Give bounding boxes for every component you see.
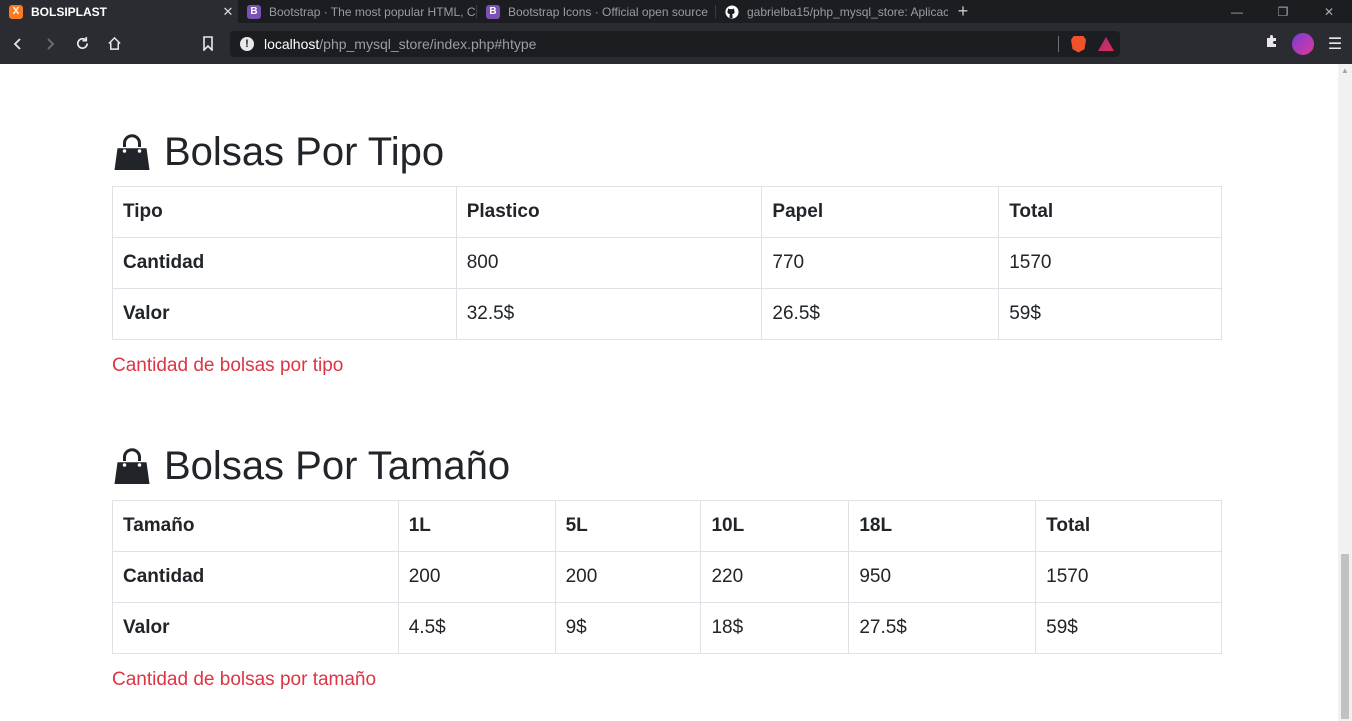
table-cell: 18L bbox=[848, 500, 1037, 552]
toolbar-right: ☰ bbox=[1264, 23, 1344, 64]
handbag-icon bbox=[114, 448, 150, 484]
table-caption-tamano: Cantidad de bolsas por tamaño bbox=[112, 669, 377, 690]
close-window-icon[interactable]: ✕ bbox=[1306, 0, 1352, 23]
table-cell: 10L bbox=[700, 500, 850, 552]
table-cell: Papel bbox=[761, 186, 1000, 238]
table-row: Tamaño 1L 5L 10L 18L Total bbox=[112, 500, 1222, 552]
browser-toolbar: ! localhost/php_mysql_store/index.php#ht… bbox=[0, 23, 1352, 64]
tab-title: Bootstrap Icons · Official open source bbox=[508, 4, 708, 19]
url-path: /php_mysql_store/index.php#htype bbox=[319, 36, 537, 52]
table-cell: 1L bbox=[397, 500, 556, 552]
table-cell: Total bbox=[1035, 500, 1222, 552]
menu-icon[interactable]: ☰ bbox=[1326, 34, 1344, 54]
brave-shields-icon[interactable] bbox=[1071, 35, 1086, 53]
table-cell: 1570 bbox=[998, 237, 1222, 289]
table-cell: 4.5$ bbox=[397, 602, 556, 654]
scrollbar-thumb[interactable] bbox=[1341, 554, 1349, 719]
tab-bolsiplast[interactable]: X BOLSIPLAST ✕ bbox=[0, 0, 238, 23]
table-tipo: Tipo Plastico Papel Total Cantidad 800 7… bbox=[112, 186, 1222, 340]
table-cell: Cantidad bbox=[112, 551, 399, 603]
table-cell: Plastico bbox=[455, 186, 763, 238]
extensions-icon[interactable] bbox=[1264, 33, 1280, 54]
table-caption-tipo: Cantidad de bolsas por tipo bbox=[112, 355, 344, 376]
table-cell: 770 bbox=[761, 237, 1000, 289]
brave-rewards-icon[interactable] bbox=[1098, 37, 1114, 51]
table-cell: Tipo bbox=[112, 186, 457, 238]
table-cell: 950 bbox=[848, 551, 1037, 603]
url-host: localhost bbox=[264, 36, 320, 52]
close-icon[interactable]: ✕ bbox=[218, 4, 238, 20]
section-title-text: Bolsas Por Tamaño bbox=[164, 444, 511, 488]
new-tab-button[interactable]: + bbox=[948, 0, 978, 23]
table-cell: 9$ bbox=[554, 602, 702, 654]
table-cell: Valor bbox=[112, 288, 457, 340]
table-cell: 800 bbox=[455, 237, 763, 289]
home-icon[interactable] bbox=[98, 29, 130, 59]
profile-icon[interactable] bbox=[1292, 32, 1314, 55]
section-title-tamano: Bolsas Por Tamaño bbox=[112, 442, 510, 490]
tab-title: BOLSIPLAST bbox=[31, 4, 108, 19]
scroll-up-icon[interactable]: ▲ bbox=[1338, 64, 1352, 78]
table-tamano: Tamaño 1L 5L 10L 18L Total Cantidad 200 … bbox=[112, 500, 1222, 654]
tab-bootstrap[interactable]: B Bootstrap · The most popular HTML, C bbox=[238, 0, 476, 23]
table-cell: 27.5$ bbox=[848, 602, 1037, 654]
table-cell: 18$ bbox=[700, 602, 850, 654]
table-row: Tipo Plastico Papel Total bbox=[112, 186, 1222, 238]
tab-strip: X BOLSIPLAST ✕ B Bootstrap · The most po… bbox=[0, 0, 1352, 23]
minimize-icon[interactable]: — bbox=[1214, 0, 1260, 23]
tab-title: gabrielba15/php_mysql_store: Aplicac bbox=[747, 4, 948, 19]
back-icon[interactable] bbox=[2, 29, 34, 59]
restore-icon[interactable]: ❐ bbox=[1260, 0, 1306, 23]
tab-bootstrap-icons[interactable]: B Bootstrap Icons · Official open source bbox=[477, 0, 715, 23]
address-bar[interactable]: ! localhost/php_mysql_store/index.php#ht… bbox=[230, 31, 1120, 57]
github-icon bbox=[725, 4, 739, 19]
tab-title: Bootstrap · The most popular HTML, C bbox=[269, 4, 476, 19]
url-text: localhost/php_mysql_store/index.php#htyp… bbox=[264, 36, 536, 52]
table-cell: Tamaño bbox=[112, 500, 399, 552]
xampp-icon: X bbox=[9, 4, 23, 19]
table-row: Valor 32.5$ 26.5$ 59$ bbox=[112, 288, 1222, 340]
table-cell: 32.5$ bbox=[455, 288, 763, 340]
table-cell: Total bbox=[998, 186, 1222, 238]
table-cell: 59$ bbox=[998, 288, 1222, 340]
table-cell: Valor bbox=[112, 602, 399, 654]
table-row: Valor 4.5$ 9$ 18$ 27.5$ 59$ bbox=[112, 602, 1222, 654]
table-cell: 220 bbox=[700, 551, 850, 603]
site-info-icon[interactable]: ! bbox=[240, 37, 254, 51]
table-cell: 59$ bbox=[1035, 602, 1222, 654]
forward-icon[interactable] bbox=[34, 29, 66, 59]
url-actions bbox=[1058, 31, 1114, 57]
table-row: Cantidad 800 770 1570 bbox=[112, 237, 1222, 289]
table-cell: 200 bbox=[397, 551, 556, 603]
table-cell: 1570 bbox=[1035, 551, 1222, 603]
reload-icon[interactable] bbox=[66, 29, 98, 59]
section-title-text: Bolsas Por Tipo bbox=[164, 130, 445, 174]
table-cell: 200 bbox=[554, 551, 702, 603]
table-cell: 5L bbox=[554, 500, 702, 552]
table-cell: Cantidad bbox=[112, 237, 457, 289]
window-controls: — ❐ ✕ bbox=[1214, 0, 1352, 23]
table-row: Cantidad 200 200 220 950 1570 bbox=[112, 551, 1222, 603]
bootstrap-icon: B bbox=[247, 4, 261, 19]
tab-github[interactable]: gabrielba15/php_mysql_store: Aplicac bbox=[716, 0, 948, 23]
divider bbox=[1058, 36, 1059, 52]
bootstrap-icon: B bbox=[486, 4, 500, 19]
table-cell: 26.5$ bbox=[761, 288, 1000, 340]
handbag-icon bbox=[114, 134, 150, 170]
page-scrollbar[interactable]: ▲ bbox=[1338, 64, 1352, 721]
bookmark-icon[interactable] bbox=[192, 29, 224, 59]
section-title-tipo: Bolsas Por Tipo bbox=[112, 128, 444, 176]
